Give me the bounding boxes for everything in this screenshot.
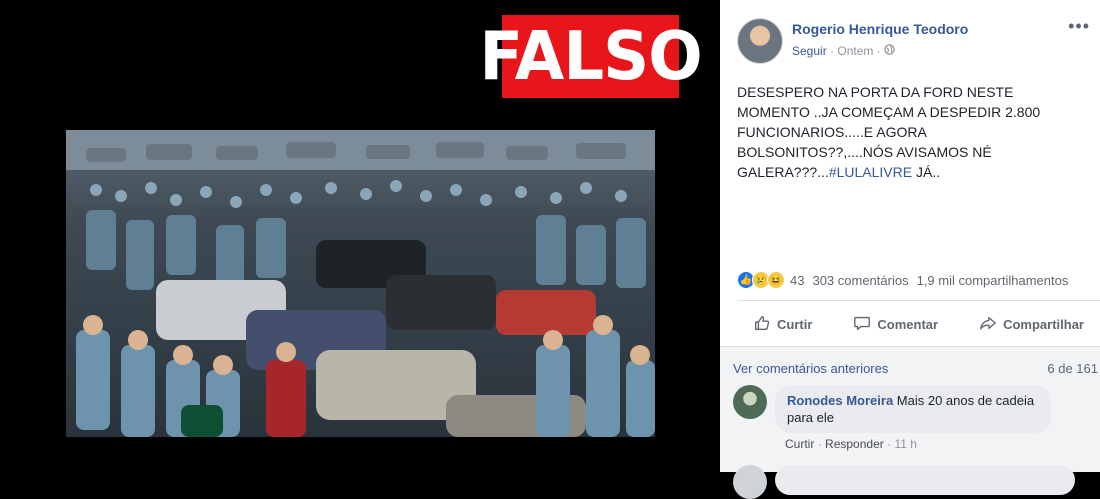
comments-count[interactable]: 303 comentários (812, 273, 908, 288)
commenter-name[interactable]: Ronodes Moreira (787, 393, 893, 408)
more-options-icon[interactable]: ••• (1068, 16, 1090, 37)
like-button[interactable]: Curtir (737, 314, 828, 335)
image-viewer: FALSO (0, 0, 720, 472)
follow-link[interactable]: Seguir (792, 44, 827, 58)
comments-pager: 6 de 161 (1047, 361, 1098, 376)
post-meta: Seguir · Ontem · (792, 44, 895, 58)
post-text: DESESPERO NA PORTA DA FORD NESTE MOMENTO… (737, 82, 1087, 182)
comment-button[interactable]: Comentar (837, 314, 954, 335)
post-panel: Rogerio Henrique Teodoro Seguir · Ontem … (720, 0, 1100, 499)
post-time[interactable]: Ontem (837, 44, 873, 58)
comment-reply-link[interactable]: Responder (825, 437, 884, 451)
commenter-avatar[interactable] (733, 385, 767, 419)
comments-section: Ver comentários anteriores 6 de 161 Rono… (720, 347, 1100, 499)
post-photo[interactable] (66, 130, 655, 437)
like-label: Curtir (777, 316, 813, 332)
author-avatar[interactable] (737, 18, 783, 64)
thumbs-up-icon (753, 314, 771, 335)
comment-bubble: Ronodes Moreira Mais 20 anos de cadeia p… (775, 385, 1051, 433)
author-name[interactable]: Rogerio Henrique Teodoro (792, 21, 968, 37)
hashtag-link[interactable]: #LULALIVRE (829, 164, 912, 180)
share-icon (979, 314, 997, 335)
next-commenter-avatar[interactable] (733, 465, 767, 499)
fake-stamp-label: FALSO (479, 17, 702, 96)
comment-label: Comentar (877, 316, 939, 332)
share-button[interactable]: Compartilhar (963, 314, 1100, 335)
haha-icon[interactable]: 😆 (767, 271, 785, 289)
comment-like-link[interactable]: Curtir (785, 437, 814, 451)
divider (737, 300, 1100, 301)
crowd-photo-illustration (66, 130, 655, 437)
post-actions: Curtir Comentar Compartilhar (737, 305, 1100, 343)
comment-icon (853, 314, 871, 335)
post-text-tail: JÁ.. (912, 164, 941, 180)
reaction-count[interactable]: 43 (790, 273, 804, 288)
fake-stamp: FALSO (479, 15, 703, 98)
meta-separator: · (876, 44, 885, 58)
comment-time[interactable]: 11 h (894, 437, 916, 451)
shares-count[interactable]: 1,9 mil compartilhamentos (917, 273, 1069, 288)
separator: · (817, 437, 826, 451)
share-label: Compartilhar (1003, 316, 1084, 332)
reactions-row: 👍 😢 😆 43 303 comentários 1,9 mil compart… (737, 270, 1097, 290)
comment-actions: Curtir · Responder · 11 h (785, 437, 917, 451)
next-comment-bubble (775, 465, 1075, 495)
globe-icon (884, 44, 895, 58)
view-previous-comments-link[interactable]: Ver comentários anteriores (733, 361, 888, 376)
